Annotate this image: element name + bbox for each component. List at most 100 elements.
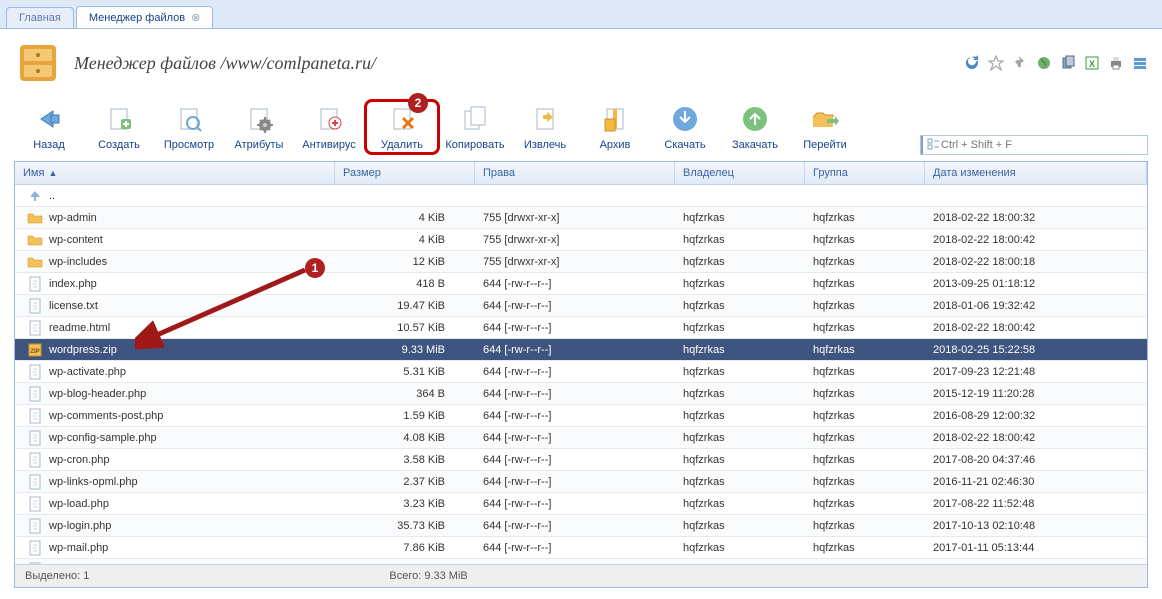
table-row[interactable]: wp-login.php35.73 KiB644 [-rw-r--r--]hqf… xyxy=(15,515,1147,537)
table-row[interactable]: ZIPwordpress.zip9.33 MiB644 [-rw-r--r--]… xyxy=(15,339,1147,361)
tab-bar: ГлавнаяМенеджер файлов⊗ xyxy=(0,0,1162,29)
file-date: 2017-08-20 04:37:46 xyxy=(925,454,1147,466)
table-row[interactable]: wp-mail.php7.86 KiB644 [-rw-r--r--]hqfzr… xyxy=(15,537,1147,559)
file-date: 2016-08-29 12:00:32 xyxy=(925,410,1147,422)
archive-label: Архив xyxy=(600,139,631,151)
file-perm: 644 [-rw-r--r--] xyxy=(475,322,675,334)
archive-button[interactable]: Архив xyxy=(580,99,650,155)
file-perm: 644 [-rw-r--r--] xyxy=(475,542,675,554)
col-name[interactable]: Имя▲ xyxy=(15,162,335,184)
table-row[interactable]: wp-comments-post.php1.59 KiB644 [-rw-r--… xyxy=(15,405,1147,427)
extract-label: Извлечь xyxy=(524,139,566,151)
file-date: 2018-02-22 18:00:42 xyxy=(925,322,1147,334)
back-button[interactable]: Назад xyxy=(14,99,84,155)
table-row[interactable]: wp-content4 KiB755 [drwxr-xr-x]hqfzrkash… xyxy=(15,229,1147,251)
file-name: wp-load.php xyxy=(49,498,109,510)
tab-Менеджер файлов[interactable]: Менеджер файлов⊗ xyxy=(76,6,213,28)
attrs-button[interactable]: Атрибуты xyxy=(224,99,294,155)
svg-text:ZIP: ZIP xyxy=(30,349,39,355)
goto-button[interactable]: Перейти xyxy=(790,99,860,155)
col-group[interactable]: Группа xyxy=(805,162,925,184)
archive-icon xyxy=(599,103,631,135)
status-selected: Выделено: 1 xyxy=(25,570,89,582)
col-perm[interactable]: Права xyxy=(475,162,675,184)
file-perm: 644 [-rw-r--r--] xyxy=(475,388,675,400)
table-row[interactable]: index.php418 B644 [-rw-r--r--]hqfzrkashq… xyxy=(15,273,1147,295)
print-icon[interactable] xyxy=(1108,55,1124,71)
file-size: 418 B xyxy=(335,278,475,290)
file-name: readme.html xyxy=(49,322,110,334)
antivirus-icon xyxy=(313,103,345,135)
file-date: 2018-02-22 18:00:32 xyxy=(925,212,1147,224)
col-size[interactable]: Размер xyxy=(335,162,475,184)
download-button[interactable]: Скачать xyxy=(650,99,720,155)
grid-body[interactable]: ..wp-admin4 KiB755 [drwxr-xr-x]hqfzrkash… xyxy=(15,185,1147,564)
file-name: wp-activate.php xyxy=(49,366,126,378)
file-date: 2018-02-22 18:00:18 xyxy=(925,256,1147,268)
file-group: hqfzrkas xyxy=(805,388,925,400)
file-owner: hqfzrkas xyxy=(675,256,805,268)
table-row[interactable]: wp-admin4 KiB755 [drwxr-xr-x]hqfzrkashqf… xyxy=(15,207,1147,229)
antivirus-label: Антивирус xyxy=(302,139,355,151)
file-group: hqfzrkas xyxy=(805,212,925,224)
file-owner: hqfzrkas xyxy=(675,498,805,510)
table-row[interactable]: wp-links-opml.php2.37 KiB644 [-rw-r--r--… xyxy=(15,471,1147,493)
table-row[interactable]: wp-cron.php3.58 KiB644 [-rw-r--r--]hqfzr… xyxy=(15,449,1147,471)
antivirus-button[interactable]: Антивирус xyxy=(294,99,364,155)
table-row[interactable]: license.txt19.47 KiB644 [-rw-r--r--]hqfz… xyxy=(15,295,1147,317)
table-row[interactable]: wp-activate.php5.31 KiB644 [-rw-r--r--]h… xyxy=(15,361,1147,383)
refresh-icon[interactable] xyxy=(964,55,980,71)
annotation-badge-1: 1 xyxy=(305,258,325,278)
header-tool-icons: X xyxy=(964,55,1148,71)
extract-button[interactable]: Извлечь xyxy=(510,99,580,155)
table-row[interactable]: .. xyxy=(15,185,1147,207)
file-name: wp-comments-post.php xyxy=(49,410,163,422)
col-date[interactable]: Дата изменения xyxy=(925,162,1147,184)
tab-Главная[interactable]: Главная xyxy=(6,7,74,28)
globe-icon[interactable] xyxy=(1036,55,1052,71)
file-perm: 644 [-rw-r--r--] xyxy=(475,366,675,378)
file-owner: hqfzrkas xyxy=(675,278,805,290)
delete-label: Удалить xyxy=(381,139,423,151)
table-row[interactable]: wp-includes12 KiB755 [drwxr-xr-x]hqfzrka… xyxy=(15,251,1147,273)
file-size: 2.37 KiB xyxy=(335,476,475,488)
table-row[interactable]: wp-blog-header.php364 B644 [-rw-r--r--]h… xyxy=(15,383,1147,405)
file-group: hqfzrkas xyxy=(805,278,925,290)
view-button[interactable]: Просмотр xyxy=(154,99,224,155)
file-owner: hqfzrkas xyxy=(675,410,805,422)
create-button[interactable]: Создать xyxy=(84,99,154,155)
table-row[interactable]: readme.html10.57 KiB644 [-rw-r--r--]hqfz… xyxy=(15,317,1147,339)
settings-icon[interactable] xyxy=(1132,55,1148,71)
file-icon xyxy=(27,364,43,380)
file-date: 2018-02-22 18:00:42 xyxy=(925,432,1147,444)
excel-icon[interactable]: X xyxy=(1084,55,1100,71)
status-total: Всего: 9.33 MiB xyxy=(389,570,467,582)
col-owner[interactable]: Владелец xyxy=(675,162,805,184)
file-perm: 644 [-rw-r--r--] xyxy=(475,520,675,532)
file-date: 2013-09-25 01:18:12 xyxy=(925,278,1147,290)
file-icon xyxy=(27,408,43,424)
search-prefix-icon xyxy=(926,137,942,153)
file-owner: hqfzrkas xyxy=(675,322,805,334)
table-row[interactable]: wp-load.php3.23 KiB644 [-rw-r--r--]hqfzr… xyxy=(15,493,1147,515)
file-size: 35.73 KiB xyxy=(335,520,475,532)
file-owner: hqfzrkas xyxy=(675,212,805,224)
copy-button[interactable]: Копировать xyxy=(440,99,510,155)
file-icon xyxy=(27,540,43,556)
close-icon[interactable]: ⊗ xyxy=(191,12,200,24)
folder-icon xyxy=(27,254,43,270)
extract-icon xyxy=(529,103,561,135)
table-row[interactable]: wp-config-sample.php4.08 KiB644 [-rw-r--… xyxy=(15,427,1147,449)
file-name: wp-cron.php xyxy=(49,454,110,466)
file-owner: hqfzrkas xyxy=(675,432,805,444)
file-owner: hqfzrkas xyxy=(675,542,805,554)
upload-button[interactable]: Закачать xyxy=(720,99,790,155)
star-icon[interactable] xyxy=(988,55,1004,71)
copy-icon[interactable] xyxy=(1060,55,1076,71)
delete-button[interactable]: 2Удалить xyxy=(364,99,440,155)
page-title: Менеджер файлов /www/comlpaneta.ru/ xyxy=(74,53,376,74)
file-date: 2018-01-06 19:32:42 xyxy=(925,300,1147,312)
pin-icon[interactable] xyxy=(1012,55,1028,71)
file-name: license.txt xyxy=(49,300,98,312)
search-input[interactable] xyxy=(920,135,1148,155)
